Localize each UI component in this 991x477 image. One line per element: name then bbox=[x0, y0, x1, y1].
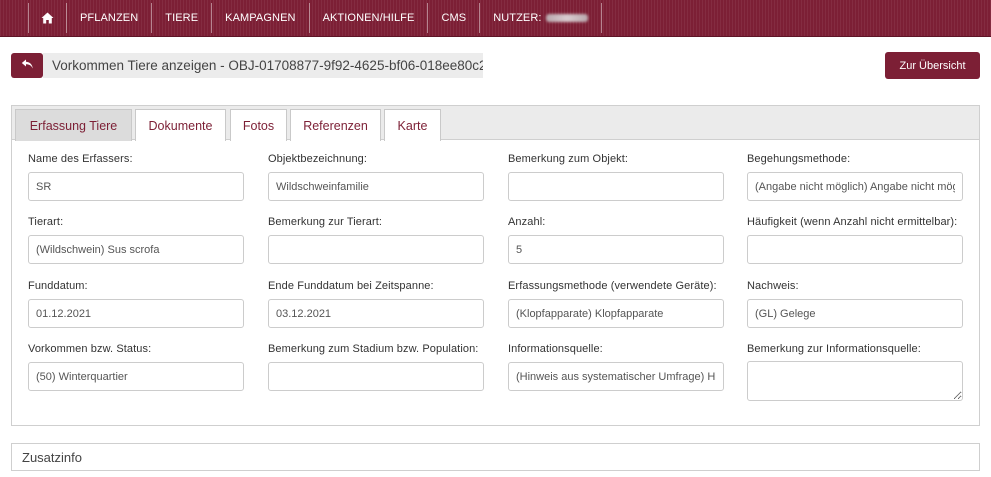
label-haeufigkeit: Häufigkeit (wenn Anzahl nicht ermittelba… bbox=[747, 216, 958, 228]
tab-dokumente[interactable]: Dokumente bbox=[135, 109, 226, 141]
informationsquelle-input[interactable] bbox=[508, 362, 724, 391]
tab-fotos[interactable]: Fotos bbox=[230, 109, 287, 141]
nav-item-aktionen-hilfe[interactable]: AKTIONEN/HILFE bbox=[308, 3, 428, 33]
zusatzinfo-panel[interactable]: Zusatzinfo bbox=[11, 443, 980, 471]
label-erfasser: Name des Erfassers: bbox=[28, 153, 133, 165]
bemerkung-objekt-input[interactable] bbox=[508, 172, 724, 201]
top-navbar: PFLANZEN TIERE KAMPAGNEN AKTIONEN/HILFE … bbox=[0, 0, 991, 37]
nav-user-label: NUTZER: bbox=[493, 12, 542, 24]
tab-bar: Erfassung Tiere Dokumente Fotos Referenz… bbox=[12, 106, 979, 141]
user-name-redacted bbox=[545, 14, 588, 22]
bemerkung-informationsquelle-textarea[interactable] bbox=[747, 361, 963, 401]
zusatzinfo-label: Zusatzinfo bbox=[22, 449, 82, 465]
haeufigkeit-input[interactable] bbox=[747, 235, 963, 264]
ende-funddatum-input[interactable] bbox=[268, 299, 484, 328]
label-erfassungsmethode: Erfassungsmethode (verwendete Geräte): bbox=[508, 280, 717, 292]
label-ende-funddatum: Ende Funddatum bei Zeitspanne: bbox=[268, 280, 434, 292]
bemerkung-stadium-input[interactable] bbox=[268, 362, 484, 391]
erfasser-input[interactable] bbox=[28, 172, 244, 201]
label-anzahl: Anzahl: bbox=[508, 216, 546, 228]
nav-item-kampagnen[interactable]: KAMPAGNEN bbox=[211, 3, 308, 33]
objektbezeichnung-input[interactable] bbox=[268, 172, 484, 201]
home-icon bbox=[41, 12, 54, 24]
label-funddatum: Funddatum: bbox=[28, 280, 88, 292]
label-begehungsmethode: Begehungsmethode: bbox=[747, 153, 851, 165]
nav-home[interactable] bbox=[28, 3, 66, 33]
nav-item-pflanzen[interactable]: PFLANZEN bbox=[66, 3, 151, 33]
label-informationsquelle: Informationsquelle: bbox=[508, 343, 603, 355]
erfassungsmethode-input[interactable] bbox=[508, 299, 724, 328]
tab-karte[interactable]: Karte bbox=[384, 109, 441, 141]
back-arrow-icon bbox=[21, 58, 34, 73]
nav-item-tiere[interactable]: TIERE bbox=[151, 3, 211, 33]
label-bemerkung-tierart: Bemerkung zur Tierart: bbox=[268, 216, 383, 228]
begehungsmethode-input[interactable] bbox=[747, 172, 963, 201]
bemerkung-tierart-input[interactable] bbox=[268, 235, 484, 264]
status-input[interactable] bbox=[28, 362, 244, 391]
page-title: Vorkommen Tiere anzeigen - OBJ-01708877-… bbox=[43, 53, 483, 78]
main-panel: Erfassung Tiere Dokumente Fotos Referenz… bbox=[11, 105, 980, 426]
overview-button[interactable]: Zur Übersicht bbox=[885, 52, 980, 79]
label-bemerkung-objekt: Bemerkung zum Objekt: bbox=[508, 153, 629, 165]
tab-referenzen[interactable]: Referenzen bbox=[290, 109, 381, 141]
tab-erfassung-tiere[interactable]: Erfassung Tiere bbox=[15, 109, 132, 141]
anzahl-input[interactable] bbox=[508, 235, 724, 264]
label-nachweis: Nachweis: bbox=[747, 280, 799, 292]
nav-menu: PFLANZEN TIERE KAMPAGNEN AKTIONEN/HILFE … bbox=[28, 0, 602, 37]
label-objektbezeichnung: Objektbezeichnung: bbox=[268, 153, 368, 165]
label-bemerkung-informationsquelle: Bemerkung zur Informationsquelle: bbox=[747, 343, 921, 355]
nav-item-user[interactable]: NUTZER: bbox=[479, 3, 602, 33]
label-tierart: Tierart: bbox=[28, 216, 64, 228]
funddatum-input[interactable] bbox=[28, 299, 244, 328]
tierart-input[interactable] bbox=[28, 235, 244, 264]
label-status: Vorkommen bzw. Status: bbox=[28, 343, 152, 355]
label-bemerkung-stadium: Bemerkung zum Stadium bzw. Population: bbox=[268, 343, 479, 355]
nachweis-input[interactable] bbox=[747, 299, 963, 328]
nav-item-cms[interactable]: CMS bbox=[427, 3, 479, 33]
back-button[interactable] bbox=[11, 53, 43, 78]
